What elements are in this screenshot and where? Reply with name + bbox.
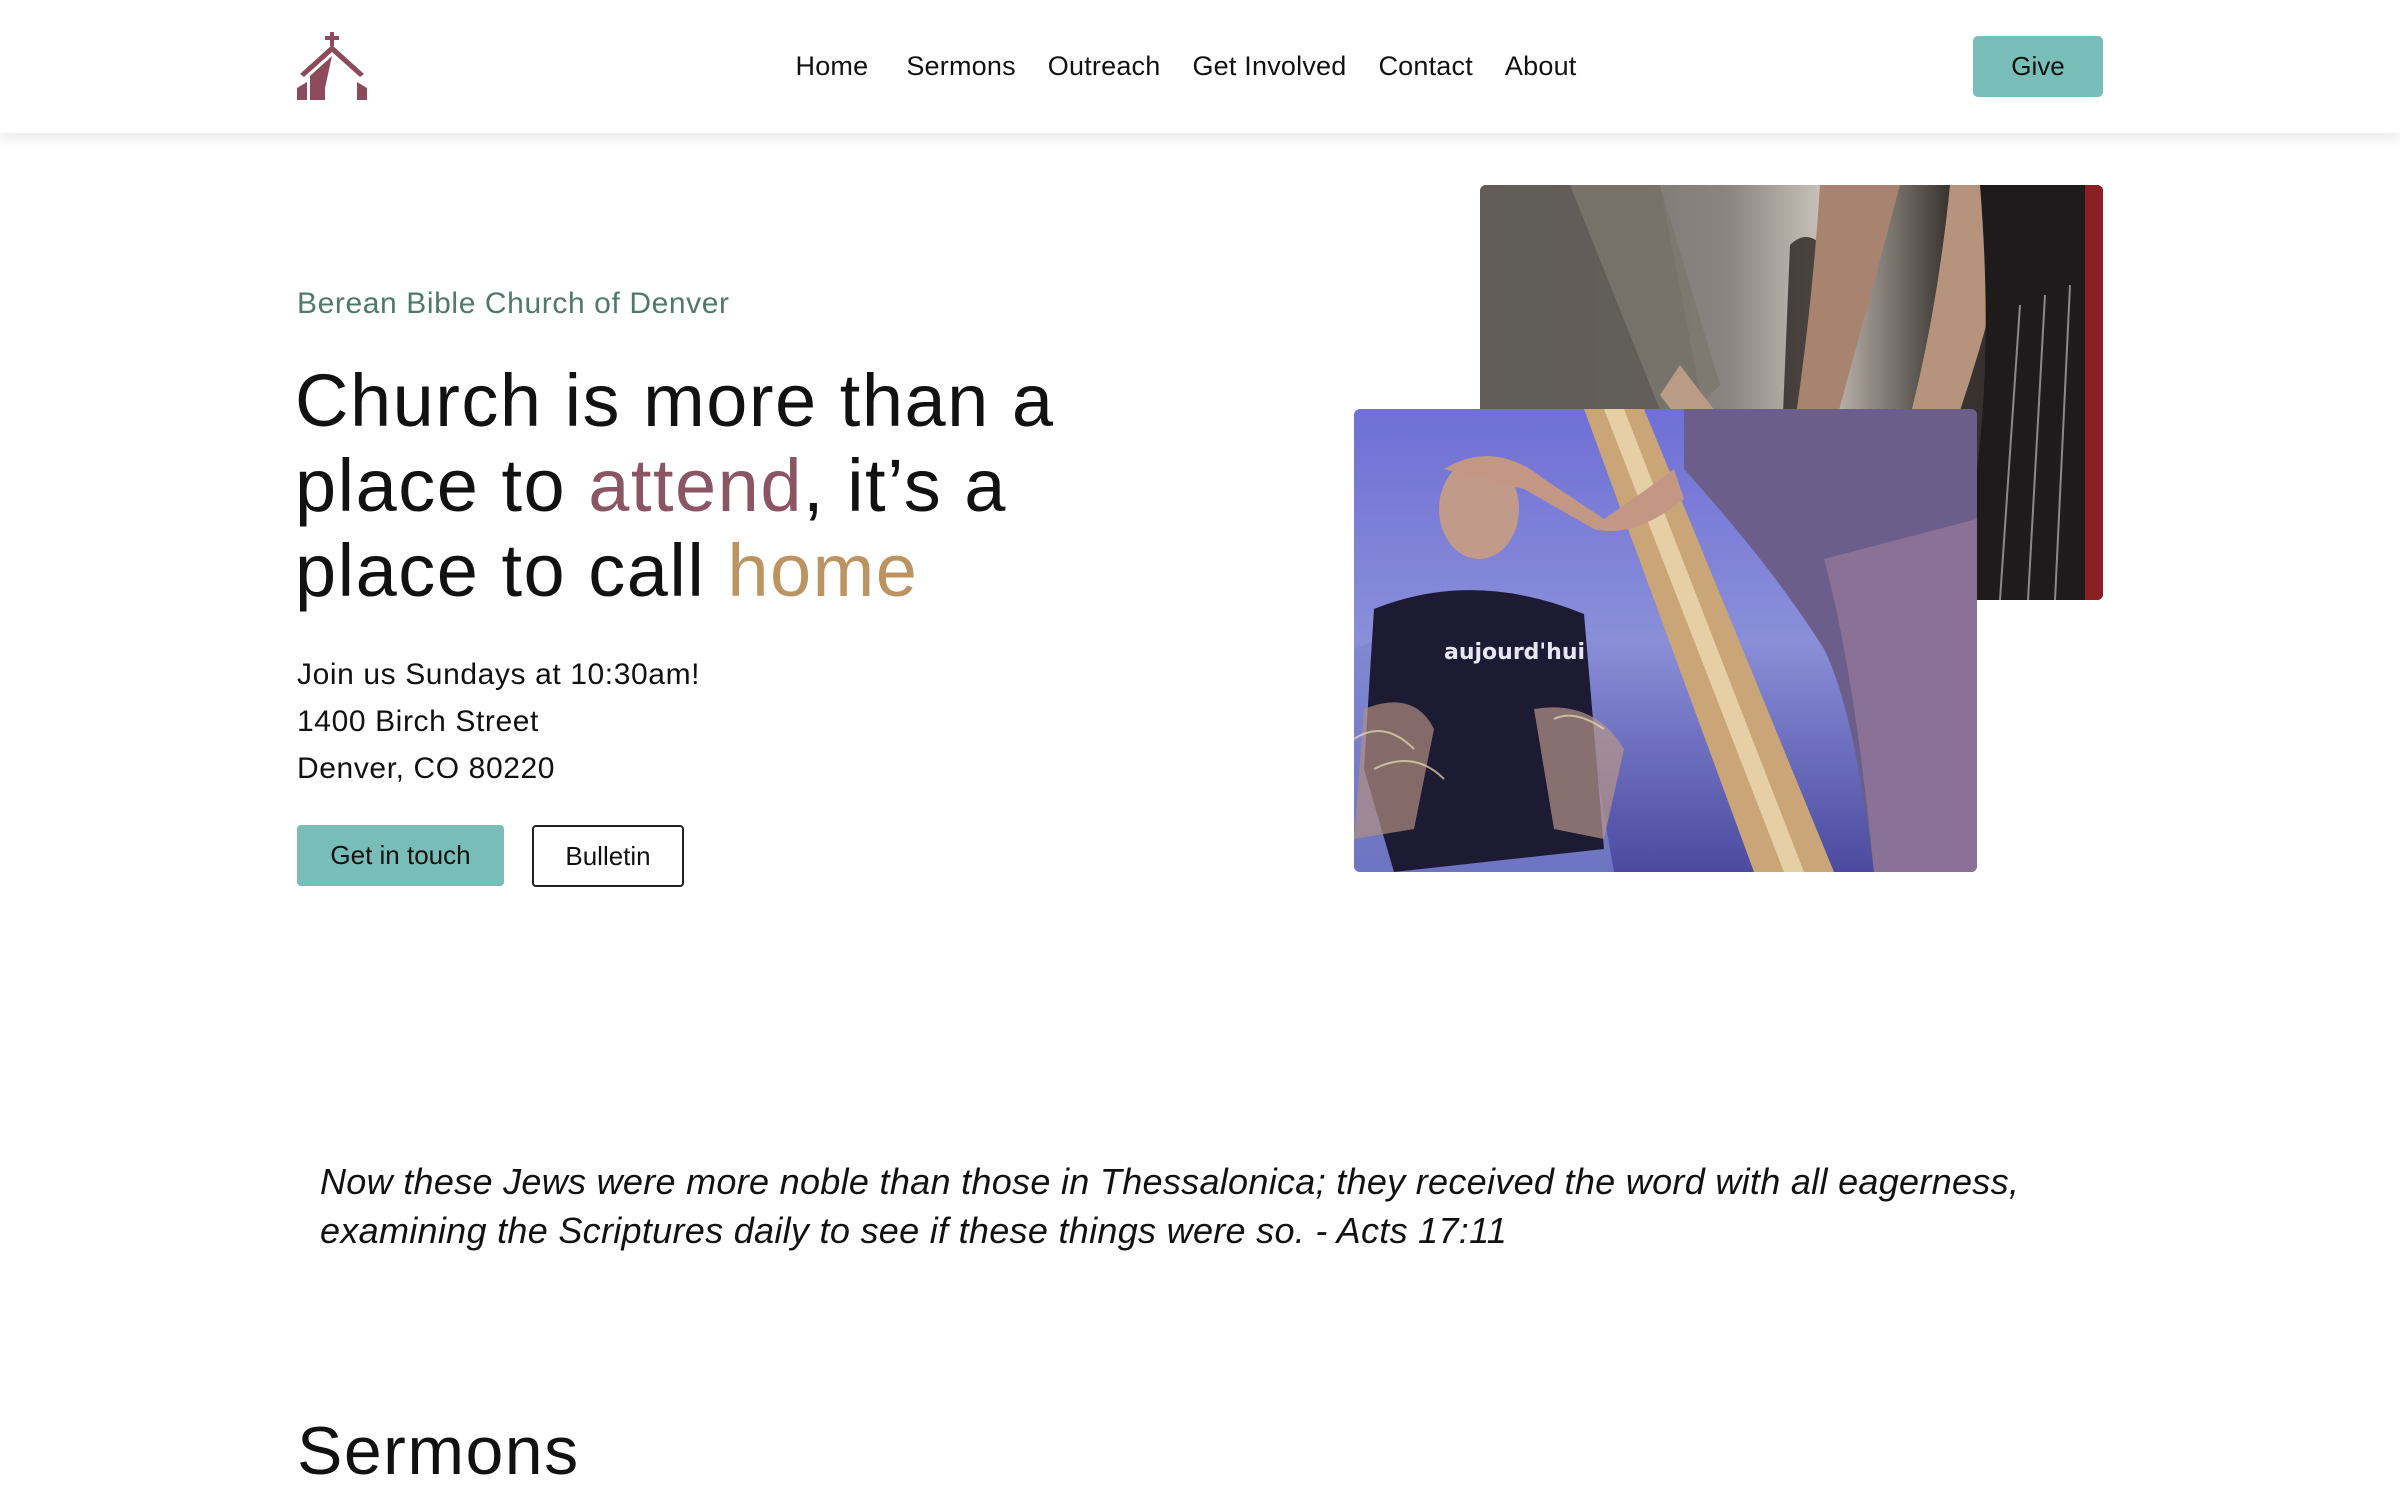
- service-time: Join us Sundays at 10:30am!: [297, 658, 701, 691]
- nav-contact[interactable]: Contact: [1362, 51, 1488, 82]
- svg-text:aujourd'hui: aujourd'hui: [1444, 640, 1585, 665]
- church-name: Berean Bible Church of Denver: [297, 287, 730, 320]
- site-header: Home Sermons Outreach Get Involved Conta…: [0, 0, 2400, 133]
- service-info: Join us Sundays at 10:30am! 1400 Birch S…: [297, 651, 700, 792]
- hero-headline: Church is more than a place to attend, i…: [295, 358, 1095, 613]
- give-button[interactable]: Give: [1973, 36, 2103, 97]
- headline-highlight-attend: attend: [588, 444, 803, 527]
- get-in-touch-button[interactable]: Get in touch: [297, 825, 504, 886]
- nav-home[interactable]: Home: [780, 51, 885, 82]
- address-city: Denver, CO 80220: [297, 752, 556, 785]
- address-street: 1400 Birch Street: [297, 705, 539, 738]
- baptism-photo: aujourd'hui: [1354, 409, 1977, 872]
- nav-sermons[interactable]: Sermons: [890, 51, 1031, 82]
- scripture-quote: Now these Jews were more noble than thos…: [320, 1161, 2020, 1251]
- nav-about[interactable]: About: [1489, 51, 1593, 82]
- church-icon: [297, 32, 367, 100]
- headline-highlight-home: home: [727, 529, 919, 612]
- sermons-section-title: Sermons: [297, 1413, 580, 1489]
- nav-outreach[interactable]: Outreach: [1032, 51, 1177, 82]
- bulletin-button[interactable]: Bulletin: [532, 825, 684, 887]
- nav-get-involved[interactable]: Get Involved: [1176, 51, 1362, 82]
- church-logo-link[interactable]: [296, 32, 368, 100]
